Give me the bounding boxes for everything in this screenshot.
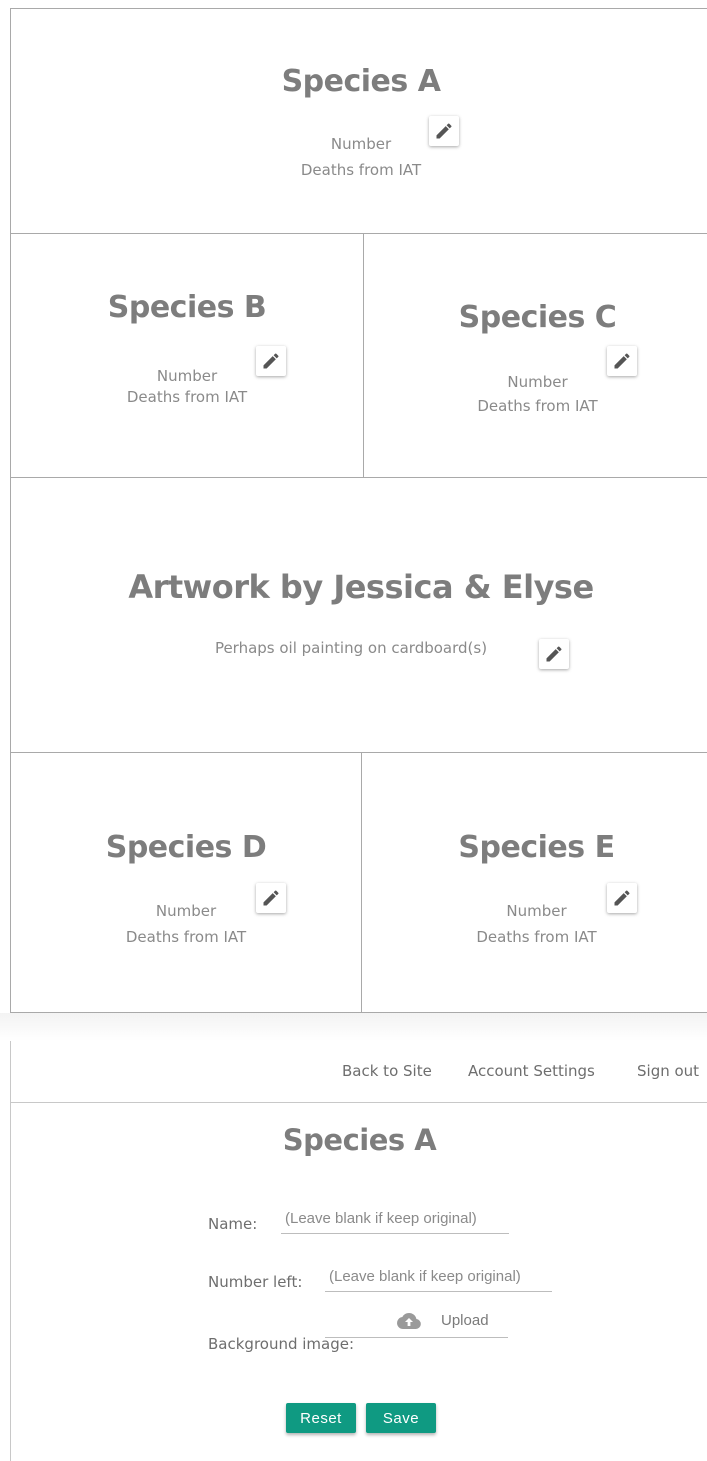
artwork-edit-button[interactable] [539,639,569,669]
artwork-subtitle: Perhaps oil painting on cardboard(s) [214,639,488,657]
species-c-card: Species C Number Deaths from IAT [364,234,707,477]
species-grid: Species A Number Deaths from IAT Species… [10,8,707,1014]
species-a-edit-button[interactable] [429,116,459,146]
pencil-icon [263,353,279,369]
species-e-card: Species E Number Deaths from IAT [362,753,707,1014]
nav-sign-out[interactable]: Sign out [637,1062,699,1080]
pencil-icon [436,123,452,139]
name-label: Name: [208,1215,258,1233]
species-b-edit-button[interactable] [256,346,286,376]
species-e-deaths: Deaths from IAT [476,928,597,946]
number-left-label: Number left: [208,1273,303,1291]
species-b-number: Number [156,367,218,385]
pencil-icon [263,890,279,906]
species-e-title: Species E [458,830,615,865]
species-e-edit-button[interactable] [607,883,637,913]
species-b-title: Species B [107,290,267,325]
edit-species-page: Back to Site Account Settings Sign out S… [10,1041,707,1461]
artwork-title: Artwork by Jessica & Elyse [128,568,594,606]
species-c-title: Species C [458,300,617,335]
species-e-number: Number [506,902,567,920]
species-d-number: Number [155,902,217,920]
species-a-number: Number [330,135,392,153]
reset-button[interactable]: Reset [286,1403,356,1433]
species-d-edit-button[interactable] [256,883,286,913]
artwork-card: Artwork by Jessica & Elyse Perhaps oil p… [11,478,707,752]
species-b-card: Species B Number Deaths from IAT [11,234,363,477]
number-left-input[interactable] [325,1266,552,1292]
species-a-title: Species A [281,64,441,99]
species-d-deaths: Deaths from IAT [125,928,247,946]
species-d-title: Species D [105,830,267,865]
pencil-icon [546,646,562,662]
upload-button[interactable]: Upload [325,1312,508,1338]
upload-label: Upload [441,1312,489,1329]
species-c-deaths: Deaths from IAT [477,397,598,415]
screenshot-separator [0,1013,707,1041]
name-input[interactable] [281,1208,509,1234]
species-d-card: Species D Number Deaths from IAT [11,753,361,1014]
nav-back-to-site[interactable]: Back to Site [342,1062,432,1080]
species-b-deaths: Deaths from IAT [126,388,248,406]
species-c-number: Number [507,373,568,391]
page-title: Species A [282,1123,437,1157]
save-button[interactable]: Save [366,1403,436,1433]
nav-account-settings[interactable]: Account Settings [468,1062,595,1080]
top-nav: Back to Site Account Settings Sign out [11,1041,707,1103]
species-a-deaths: Deaths from IAT [300,161,422,179]
species-a-card: Species A Number Deaths from IAT [11,9,707,233]
pencil-icon [614,890,630,906]
species-c-edit-button[interactable] [607,346,637,376]
pencil-icon [614,353,630,369]
cloud-upload-icon [397,1312,421,1329]
